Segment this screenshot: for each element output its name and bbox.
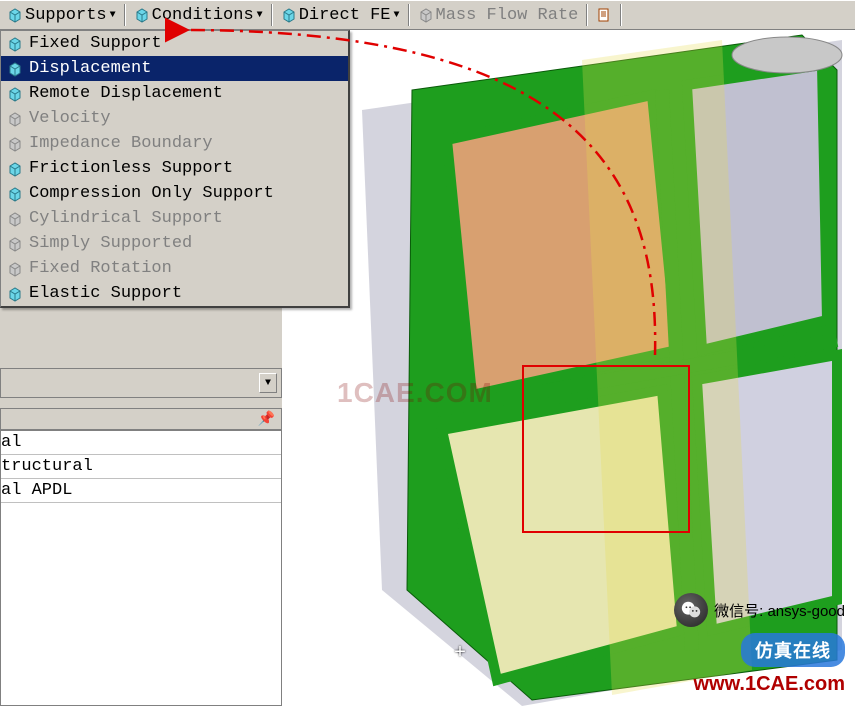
menu-item-label: Remote Displacement: [29, 84, 223, 103]
menu-item-remote-displacement[interactable]: Remote Displacement: [1, 81, 348, 106]
menu-item-label: Velocity: [29, 109, 111, 128]
details-panel-header[interactable]: 📌: [0, 408, 282, 430]
supports-label: Supports: [25, 6, 107, 25]
properties-combo-panel: ▼: [0, 368, 282, 398]
menu-item-frictionless-support[interactable]: Frictionless Support: [1, 156, 348, 181]
toolbar-separator: [586, 4, 588, 26]
cube-icon: [7, 61, 23, 77]
cube-icon: [7, 111, 23, 127]
menu-item-label: Fixed Support: [29, 34, 162, 53]
details-row-text: al: [1, 433, 21, 452]
details-panel[interactable]: al tructural al APDL: [0, 430, 282, 706]
supports-menu-button[interactable]: Supports ▼: [2, 4, 121, 27]
site-badge: 仿真在线: [741, 633, 845, 667]
site-url: www.1CAE.com: [693, 673, 845, 696]
cube-icon: [418, 7, 434, 23]
menu-item-label: Impedance Boundary: [29, 134, 213, 153]
menu-item-displacement[interactable]: Displacement: [1, 56, 348, 81]
cube-icon: [7, 86, 23, 102]
details-row-text: al APDL: [1, 481, 72, 500]
conditions-label: Conditions: [152, 6, 254, 25]
menu-item-simply-supported: Simply Supported: [1, 231, 348, 256]
cube-icon: [7, 136, 23, 152]
mass-flow-rate-button: Mass Flow Rate: [413, 4, 584, 27]
selection-box: [522, 365, 690, 533]
toolbar-separator: [124, 4, 126, 26]
details-row[interactable]: al APDL: [1, 479, 281, 503]
direct-fe-menu-button[interactable]: Direct FE ▼: [276, 4, 405, 27]
cube-icon: [7, 36, 23, 52]
menu-item-fixed-support[interactable]: Fixed Support: [1, 31, 348, 56]
commands-button[interactable]: [591, 5, 617, 25]
wechat-label: 微信号: ansys-good: [714, 600, 845, 621]
cube-icon: [7, 186, 23, 202]
watermark-text: 1CAE.COM: [337, 377, 493, 409]
menu-item-label: Elastic Support: [29, 284, 182, 303]
chevron-down-icon: ▼: [257, 10, 263, 21]
menu-item-velocity: Velocity: [1, 106, 348, 131]
toolbar-separator: [620, 4, 622, 26]
toolbar: Supports ▼ Conditions ▼ Direct FE ▼ Mass…: [0, 0, 855, 30]
cursor-crosshair-icon: +: [454, 642, 466, 665]
chevron-down-icon: ▼: [394, 10, 400, 21]
menu-item-label: Simply Supported: [29, 234, 192, 253]
cube-icon: [7, 7, 23, 23]
menu-item-label: Compression Only Support: [29, 184, 274, 203]
menu-item-label: Cylindrical Support: [29, 209, 223, 228]
toolbar-separator: [408, 4, 410, 26]
menu-item-elastic-support[interactable]: Elastic Support: [1, 281, 348, 306]
cube-icon: [7, 286, 23, 302]
details-row-text: tructural: [1, 457, 93, 476]
combo-dropdown-button[interactable]: ▼: [259, 373, 277, 393]
wechat-icon: [674, 593, 708, 627]
toolbar-separator: [271, 4, 273, 26]
cube-icon: [7, 261, 23, 277]
cube-icon: [7, 236, 23, 252]
cube-icon: [7, 211, 23, 227]
supports-dropdown-menu: Fixed Support Displacement Remote Displace…: [0, 30, 350, 308]
menu-item-label: Fixed Rotation: [29, 259, 172, 278]
cube-icon: [281, 7, 297, 23]
direct-fe-label: Direct FE: [299, 6, 391, 25]
conditions-menu-button[interactable]: Conditions ▼: [129, 4, 268, 27]
attribution-badge: 微信号: ansys-good 仿真在线 www.1CAE.com: [674, 593, 845, 696]
details-row[interactable]: tructural: [1, 455, 281, 479]
cube-icon: [134, 7, 150, 23]
cube-icon: [7, 161, 23, 177]
pin-icon[interactable]: 📌: [258, 411, 275, 428]
menu-item-compression-only-support[interactable]: Compression Only Support: [1, 181, 348, 206]
menu-item-label: Frictionless Support: [29, 159, 233, 178]
menu-item-fixed-rotation: Fixed Rotation: [1, 256, 348, 281]
document-icon: [596, 7, 612, 23]
menu-item-label: Displacement: [29, 59, 151, 78]
menu-item-impedance-boundary: Impedance Boundary: [1, 131, 348, 156]
menu-item-cylindrical-support: Cylindrical Support: [1, 206, 348, 231]
details-row[interactable]: al: [1, 431, 281, 455]
chevron-down-icon: ▼: [110, 10, 116, 21]
mass-flow-label: Mass Flow Rate: [436, 6, 579, 25]
